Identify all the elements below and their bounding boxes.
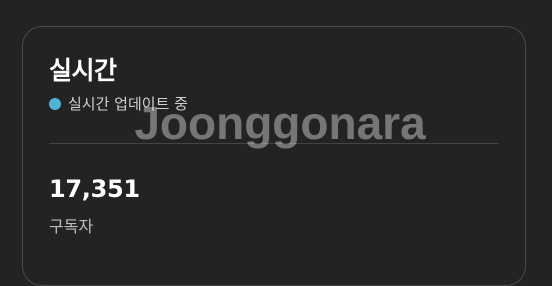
subscriber-count-label: 구독자 [49,217,94,236]
live-status-label: 실시간 업데이트 중 [68,95,188,113]
live-status: 실시간 업데이트 중 [49,93,188,114]
realtime-card: 실시간 실시간 업데이트 중 17,351 구독자 [22,26,526,286]
live-indicator-dot [49,97,61,110]
subscriber-count: 17,351 [49,175,140,203]
divider [49,143,499,144]
card-title: 실시간 [49,56,117,85]
